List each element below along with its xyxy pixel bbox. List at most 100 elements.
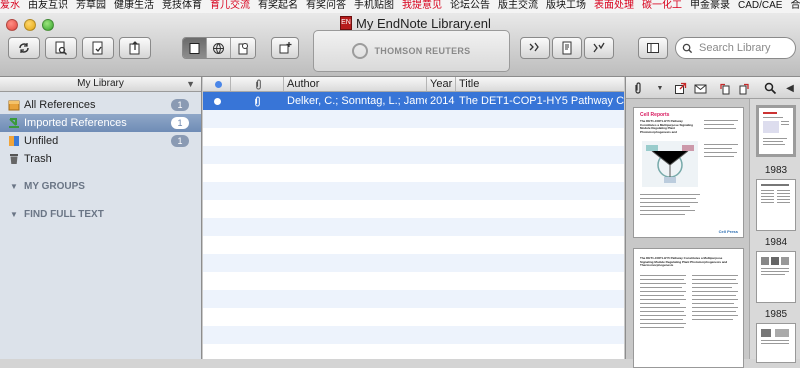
folder-icon	[8, 100, 20, 111]
open-external-icon	[674, 82, 686, 94]
bookmark-link[interactable]: 爱水	[0, 0, 20, 12]
library-header[interactable]: My Library ▼	[0, 77, 201, 92]
bookmark-link[interactable]: 健康生活	[114, 0, 154, 12]
library-header-label: My Library	[77, 78, 124, 89]
sync-button[interactable]	[8, 37, 40, 59]
bookmark-link[interactable]: 由友互识	[28, 0, 68, 12]
email-button[interactable]	[692, 80, 708, 96]
brand-text: THOMSON REUTERS	[374, 46, 471, 56]
page-preview-icon	[763, 112, 789, 145]
format-bibliography-button[interactable]	[584, 37, 614, 59]
read-status-cell[interactable]	[203, 92, 231, 110]
rotate-right-button[interactable]	[736, 80, 752, 96]
dropdown-arrow-button[interactable]: ▼	[652, 80, 668, 96]
graphical-abstract-icon	[642, 141, 698, 187]
table-row[interactable]: Delker, C.; Sonntag, L.; James... 2014 T…	[203, 92, 624, 110]
sidebar-item-unfiled[interactable]: Unfiled 1	[0, 132, 201, 150]
bookmark-link[interactable]: 版主交流	[498, 0, 538, 12]
pdf-page-2[interactable]: The DET1-COP1-HY5 Pathway Constitutes a …	[633, 248, 744, 368]
local-library-icon	[189, 42, 200, 54]
title-column-header[interactable]: Title	[456, 77, 624, 91]
insert-citation-button[interactable]	[552, 37, 582, 59]
bookmark-link[interactable]: 版块工场	[546, 0, 586, 12]
unread-dot-icon	[214, 80, 222, 88]
document-icon: EN	[340, 16, 352, 30]
paperclip-icon	[256, 79, 261, 89]
title-bar: EN My EndNote Library.enl THOMSON REUTER…	[0, 13, 800, 77]
globe-icon	[213, 42, 224, 54]
disclosure-triangle-icon[interactable]: ▼	[10, 178, 18, 196]
bookmark-link[interactable]: 手机贴图	[354, 0, 394, 12]
close-window-button[interactable]	[6, 19, 18, 31]
read-status-column-header[interactable]	[203, 77, 231, 91]
year-column-header[interactable]: Year	[427, 77, 456, 91]
rotate-right-icon	[739, 83, 749, 94]
import-icon	[92, 41, 103, 55]
disclosure-triangle-icon[interactable]: ▼	[10, 206, 18, 224]
find-full-text-header[interactable]: ▼ FIND FULL TEXT	[0, 206, 201, 224]
bookmark-link[interactable]: 有奖起名	[258, 0, 298, 12]
sync-icon	[19, 43, 29, 53]
bookmark-link[interactable]: 竞技体育	[162, 0, 202, 12]
bookmark-link[interactable]: 表面处理	[594, 0, 634, 12]
paperclip-icon	[634, 81, 641, 94]
article-title: The DET1-COP1-HY5 Pathway Constitutes a …	[640, 257, 728, 267]
bookmark-link[interactable]: 碳一化工	[642, 0, 682, 12]
online-search-button[interactable]	[45, 37, 77, 59]
find-full-text-button[interactable]	[520, 37, 550, 59]
article-title: The DET1-COP1-HY5 Pathway Constitutes a …	[640, 120, 694, 134]
chevron-down-icon[interactable]: ▼	[186, 77, 195, 91]
sidebar-item-label: Trash	[24, 153, 52, 165]
open-pdf-button[interactable]	[672, 80, 688, 96]
export-button[interactable]	[119, 37, 151, 59]
page-thumbnail[interactable]	[756, 179, 796, 231]
journal-name: Cell Reports	[640, 112, 670, 118]
publisher-logo: Cell Press	[718, 229, 738, 234]
bookmark-link[interactable]: CAD/CAE	[738, 0, 782, 12]
bookmark-link[interactable]: 有奖问答	[306, 0, 346, 12]
bookmark-link[interactable]: 我提意见	[402, 0, 442, 12]
pdf-more-button[interactable]: ◀	[782, 80, 798, 96]
bookmark-link[interactable]: 芳草园	[76, 0, 106, 12]
layout-button[interactable]	[638, 37, 668, 59]
zoom-window-button[interactable]	[42, 19, 54, 31]
page-thumbnail[interactable]	[756, 251, 796, 303]
group-label: MY GROUPS	[24, 181, 85, 192]
local-library-mode-button[interactable]	[183, 38, 207, 58]
groups-sidebar: My Library ▼ All References 1 Imported R…	[0, 77, 202, 359]
page-thumbnail[interactable]	[756, 105, 796, 157]
bookmark-link[interactable]: 合伙创业	[790, 0, 800, 12]
pdf-toolbar: ▼ ◀	[626, 77, 800, 99]
new-group-button[interactable]	[271, 37, 299, 59]
page-thumbnail[interactable]	[756, 323, 796, 363]
integrated-library-mode-button[interactable]	[231, 38, 255, 58]
minimize-window-button[interactable]	[24, 19, 36, 31]
thomson-reuters-emblem-icon	[352, 43, 369, 59]
sidebar-item-trash[interactable]: Trash	[0, 150, 201, 168]
sidebar-item-label: All References	[24, 99, 96, 111]
import-button[interactable]	[82, 37, 114, 59]
year-cell: 2014	[430, 95, 455, 107]
online-search-mode-button[interactable]	[207, 38, 231, 58]
thomson-reuters-logo: THOMSON REUTERS	[313, 30, 510, 72]
page-preview-icon	[761, 257, 789, 275]
unread-dot-icon	[213, 97, 221, 105]
attachment-menu-button[interactable]	[630, 80, 646, 96]
bookmark-link[interactable]: 育儿交流	[210, 0, 250, 12]
rotate-left-button[interactable]	[716, 80, 732, 96]
my-groups-header[interactable]: ▼ MY GROUPS	[0, 178, 201, 196]
bookmark-link[interactable]: 甲金豪录	[690, 0, 730, 12]
count-badge: 1	[171, 135, 189, 147]
attachment-column-header[interactable]	[231, 77, 284, 91]
sidebar-item-imported-references[interactable]: Imported References 1	[0, 114, 201, 132]
author-cell: Delker, C.; Sonntag, L.; James...	[287, 95, 427, 107]
bookmark-link[interactable]: 论坛公告	[450, 0, 490, 12]
page-preview-icon	[761, 184, 790, 203]
search-library-field[interactable]: Search Library	[675, 37, 796, 59]
export-icon	[129, 41, 140, 55]
pdf-search-button[interactable]	[762, 80, 778, 96]
sidebar-item-all-references[interactable]: All References 1	[0, 96, 201, 114]
author-column-header[interactable]: Author	[284, 77, 427, 91]
count-badge: 1	[171, 99, 189, 111]
pdf-page-1[interactable]: Cell Reports The DET1-COP1-HY5 Pathway C…	[633, 107, 744, 238]
